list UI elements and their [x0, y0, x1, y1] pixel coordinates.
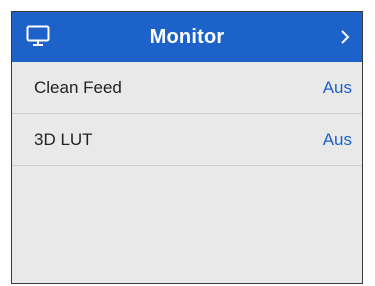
chevron-right-icon[interactable]	[338, 28, 352, 46]
setting-label: 3D LUT	[34, 130, 93, 149]
setting-row-3d-lut[interactable]: 3D LUT Aus	[12, 114, 362, 166]
monitor-header[interactable]: Monitor	[12, 12, 362, 62]
setting-value[interactable]: Aus	[323, 62, 352, 114]
setting-row-clean-feed[interactable]: Clean Feed Aus	[12, 62, 362, 114]
setting-label: Clean Feed	[34, 78, 122, 97]
monitor-settings-panel: Monitor Clean Feed Aus 3D LUT Aus	[11, 11, 363, 284]
header-title: Monitor	[149, 26, 225, 48]
setting-value[interactable]: Aus	[323, 114, 352, 166]
